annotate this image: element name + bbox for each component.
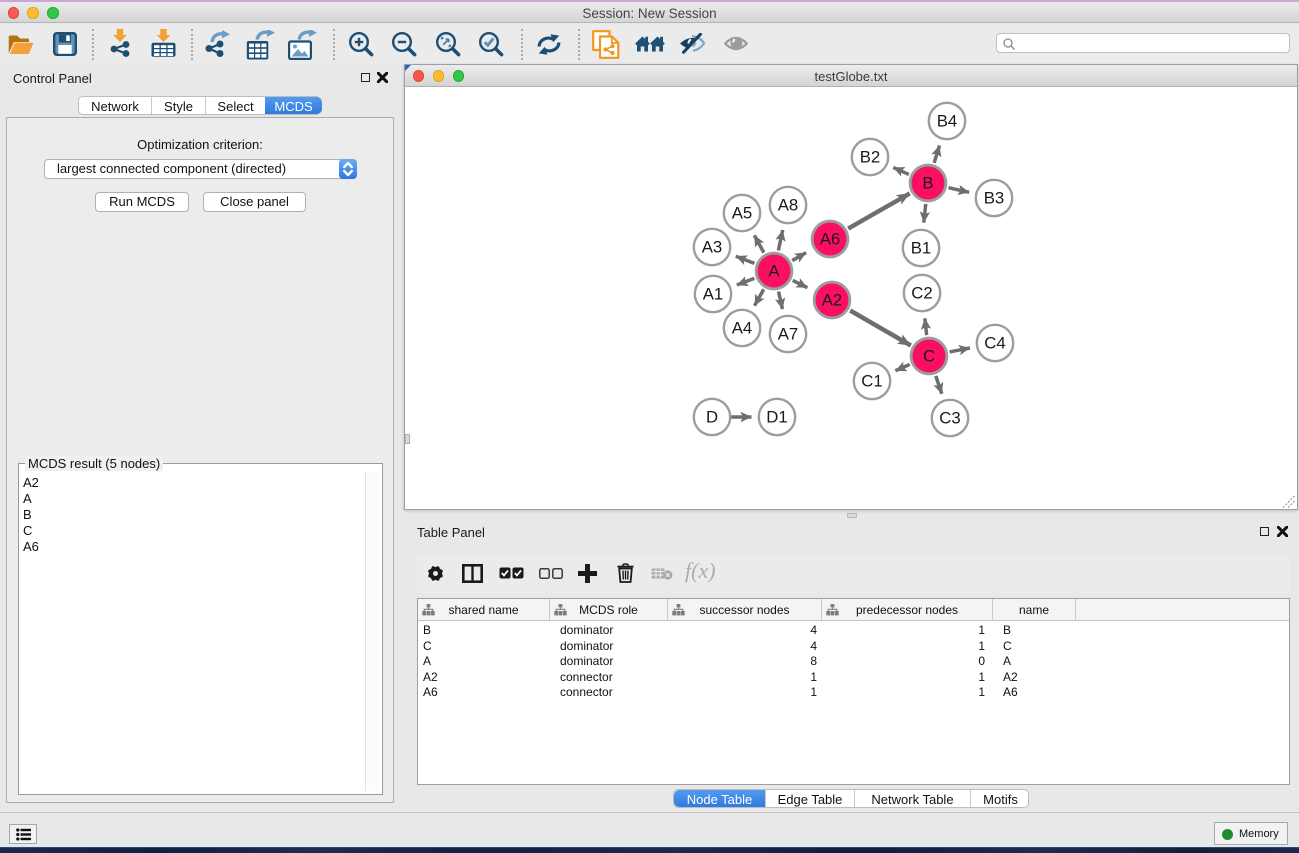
svg-text:C: C	[923, 347, 935, 366]
svg-text:C1: C1	[861, 372, 882, 391]
svg-text:C4: C4	[984, 334, 1005, 353]
svg-text:B3: B3	[984, 189, 1005, 208]
svg-text:C2: C2	[911, 284, 932, 303]
svg-text:A5: A5	[732, 204, 753, 223]
svg-text:A6: A6	[820, 230, 841, 249]
svg-text:C3: C3	[939, 409, 960, 428]
svg-text:D1: D1	[766, 408, 787, 427]
svg-text:B1: B1	[911, 239, 932, 258]
svg-text:B2: B2	[860, 148, 881, 167]
svg-text:A1: A1	[703, 285, 724, 304]
svg-text:A8: A8	[778, 196, 799, 215]
svg-text:A: A	[768, 262, 780, 281]
svg-text:A3: A3	[702, 238, 723, 257]
svg-text:B4: B4	[937, 112, 958, 131]
svg-text:B: B	[922, 174, 933, 193]
svg-text:A2: A2	[822, 291, 843, 310]
svg-text:A4: A4	[732, 319, 753, 338]
svg-text:A7: A7	[778, 325, 799, 344]
svg-text:D: D	[706, 408, 718, 427]
